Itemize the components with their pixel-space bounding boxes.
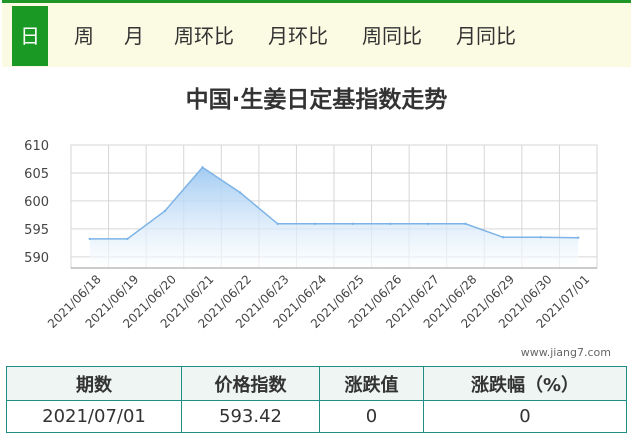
- data-point: [88, 237, 91, 241]
- index-summary-table: 期数 价格指数 涨跌值 涨跌幅（%） 2021/07/01 593.42 0 0: [6, 366, 627, 433]
- data-point: [201, 166, 204, 169]
- data-point: [126, 237, 129, 241]
- tab-week[interactable]: 周: [74, 6, 94, 66]
- tab-month-mom[interactable]: 月环比: [268, 6, 328, 66]
- col-header-period: 期数: [6, 366, 182, 401]
- data-point: [464, 222, 467, 226]
- cell-period: 2021/07/01: [6, 400, 182, 433]
- cell-price-index: 593.42: [181, 400, 320, 433]
- data-point: [426, 222, 430, 226]
- data-point: [238, 191, 242, 194]
- data-point: [163, 209, 167, 213]
- tab-week-yoy[interactable]: 周同比: [362, 6, 422, 66]
- tab-week-mom[interactable]: 周环比: [174, 6, 234, 66]
- data-point: [314, 222, 317, 226]
- col-header-change-value: 涨跌值: [319, 366, 424, 401]
- table-header-row: 期数 价格指数 涨跌值 涨跌幅（%）: [6, 366, 627, 401]
- col-header-change-pct: 涨跌幅（%）: [423, 366, 627, 401]
- tab-month[interactable]: 月: [124, 6, 144, 66]
- table-row: 2021/07/01 593.42 0 0: [6, 400, 627, 433]
- y-tick-label: 610: [24, 139, 49, 154]
- data-point: [501, 236, 505, 239]
- y-tick-label: 590: [24, 251, 49, 266]
- y-tick-label: 595: [24, 223, 49, 238]
- y-tick-label: 605: [24, 167, 49, 182]
- cell-change-pct: 0: [423, 400, 627, 433]
- index-trend-chart: 5905956006056102021/06/182021/06/192021/…: [24, 139, 598, 331]
- chart-title: 中国·生姜日定基指数走势: [185, 87, 448, 113]
- col-header-price-index: 价格指数: [181, 366, 320, 401]
- data-point: [276, 222, 279, 226]
- site-watermark: www.jiang7.com: [520, 346, 611, 359]
- data-point: [351, 222, 354, 226]
- data-point: [577, 236, 580, 239]
- y-tick-label: 600: [24, 195, 49, 210]
- period-tab-bar: 日 周 月 周环比 月环比 周同比 月同比: [2, 0, 631, 67]
- tab-month-yoy[interactable]: 月同比: [456, 6, 516, 66]
- tab-day[interactable]: 日: [12, 6, 48, 66]
- cell-change-value: 0: [319, 400, 424, 433]
- data-point: [539, 236, 542, 239]
- data-point: [389, 222, 392, 226]
